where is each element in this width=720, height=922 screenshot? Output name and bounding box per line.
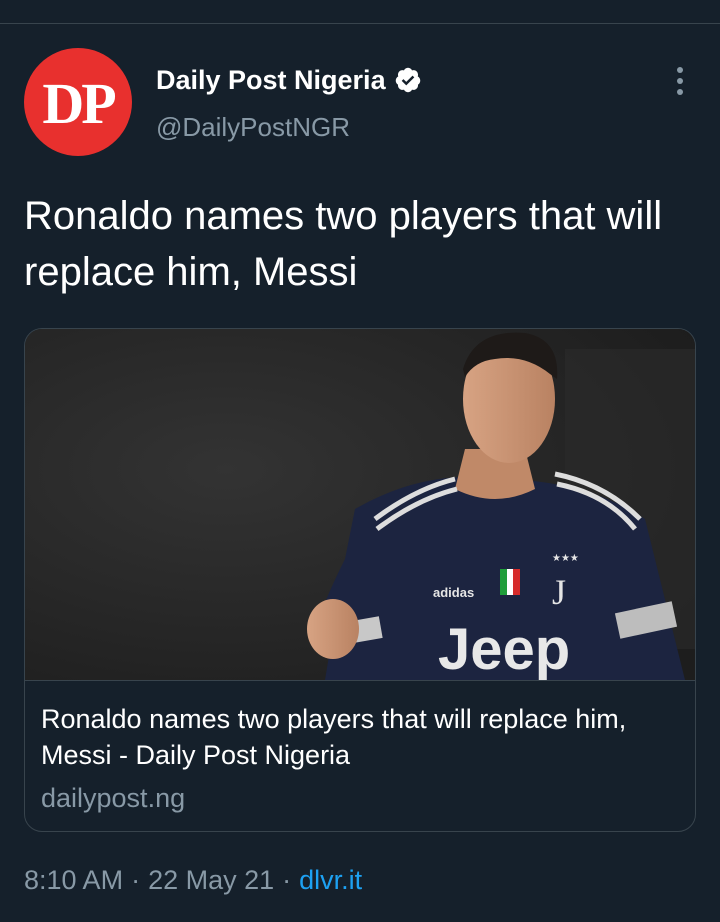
tweet-source-link[interactable]: dlvr.it <box>299 865 362 896</box>
avatar-logo-text: DP <box>42 70 116 136</box>
more-options-button[interactable] <box>666 64 694 98</box>
player-photo: adidas J ★★★ Jeep <box>25 329 695 680</box>
meta-separator: · <box>131 864 141 895</box>
author-handle[interactable]: @DailyPostNGR <box>156 112 350 143</box>
tweet-metadata: 8:10 AM · 22 May 21 · dlvr.it <box>24 862 362 898</box>
card-domain: dailypost.ng <box>41 783 186 813</box>
top-divider <box>0 23 720 24</box>
tweet-time[interactable]: 8:10 AM <box>24 865 123 896</box>
svg-text:J: J <box>552 572 566 612</box>
author-name-row: Daily Post Nigeria <box>156 62 422 98</box>
svg-text:★★★: ★★★ <box>552 553 579 564</box>
link-preview-card[interactable]: adidas J ★★★ Jeep Ronaldo names two play… <box>24 328 696 832</box>
more-vertical-icon <box>677 78 683 84</box>
jersey-sponsor: Jeep <box>438 617 570 680</box>
verified-badge-icon <box>394 66 422 94</box>
tweet-text: Ronaldo names two players that will repl… <box>24 194 663 294</box>
tweet-date[interactable]: 22 May 21 <box>148 865 274 896</box>
avatar[interactable]: DP <box>24 48 132 156</box>
jersey-brand: adidas <box>433 585 474 600</box>
more-vertical-icon <box>677 89 683 95</box>
author-display-name[interactable]: Daily Post Nigeria <box>156 65 386 96</box>
card-title: Ronaldo names two players that will repl… <box>41 704 627 770</box>
more-vertical-icon <box>677 67 683 73</box>
card-image[interactable]: adidas J ★★★ Jeep <box>25 329 695 680</box>
meta-separator: · <box>282 864 292 895</box>
card-divider <box>25 680 695 681</box>
